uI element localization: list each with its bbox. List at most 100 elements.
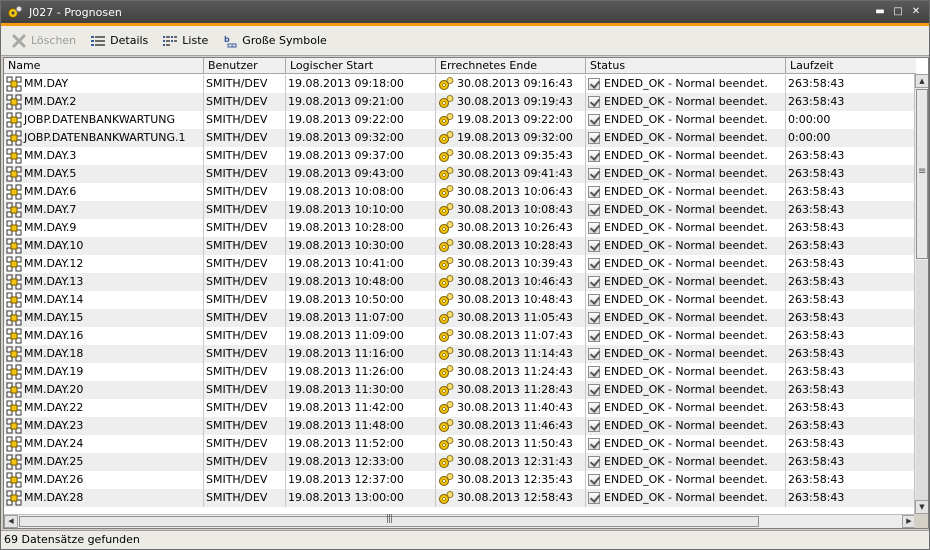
cell-logical-start: 19.08.2013 11:30:00: [286, 381, 436, 399]
calculated-end-gear-icon: [439, 311, 454, 324]
status-check-icon: [588, 78, 600, 90]
table-row[interactable]: MM.DAY.20 SMITH/DEV 19.08.2013 11:30:00 …: [4, 381, 916, 399]
job-icon: [6, 274, 22, 290]
column-header-logical-start[interactable]: Logischer Start: [286, 58, 436, 74]
delete-button[interactable]: Löschen: [9, 30, 78, 52]
table-row[interactable]: MM.DAY.13 SMITH/DEV 19.08.2013 10:48:00 …: [4, 273, 916, 291]
scroll-down-button[interactable]: ▼: [915, 500, 928, 514]
table-row[interactable]: MM.DAY.28 SMITH/DEV 19.08.2013 13:00:00 …: [4, 489, 916, 507]
table-row[interactable]: MM.DAY.6 SMITH/DEV 19.08.2013 10:08:00 3…: [4, 183, 916, 201]
cell-user: SMITH/DEV: [204, 471, 286, 489]
job-icon: [6, 238, 22, 254]
end-text: 19.08.2013 09:22:00: [457, 113, 573, 126]
cell-calculated-end: 30.08.2013 11:05:43: [436, 309, 586, 327]
table-row[interactable]: MM.DAY.24 SMITH/DEV 19.08.2013 11:52:00 …: [4, 435, 916, 453]
scroll-left-button[interactable]: ◀: [4, 515, 18, 528]
cell-status: ENDED_OK - Normal beendet.: [586, 453, 786, 471]
table-row[interactable]: MM.DAY.10 SMITH/DEV 19.08.2013 10:30:00 …: [4, 237, 916, 255]
job-name: MM.DAY.2: [24, 95, 77, 108]
cell-user: SMITH/DEV: [204, 165, 286, 183]
cell-status: ENDED_OK - Normal beendet.: [586, 147, 786, 165]
table-row[interactable]: MM.DAY.3 SMITH/DEV 19.08.2013 09:37:00 3…: [4, 147, 916, 165]
cell-calculated-end: 30.08.2013 11:14:43: [436, 345, 586, 363]
large-icons-label: Große Symbole: [242, 34, 327, 47]
column-header-name[interactable]: Name: [4, 58, 204, 74]
table-row[interactable]: MM.DAY.15 SMITH/DEV 19.08.2013 11:07:00 …: [4, 309, 916, 327]
status-check-icon: [588, 330, 600, 342]
start-text: 19.08.2013 10:10:00: [288, 203, 404, 216]
horizontal-scrollbar[interactable]: ◀ ▶: [4, 514, 916, 528]
job-name: MM.DAY.12: [24, 257, 84, 270]
cell-runtime: 263:58:43: [786, 363, 916, 381]
cell-calculated-end: 30.08.2013 11:24:43: [436, 363, 586, 381]
table-row[interactable]: MM.DAY.7 SMITH/DEV 19.08.2013 10:10:00 3…: [4, 201, 916, 219]
maximize-button[interactable]: □: [891, 5, 905, 19]
status-check-icon: [588, 222, 600, 234]
window-title: J027 - Prognosen: [29, 5, 122, 19]
table-row[interactable]: MM.DAY.19 SMITH/DEV 19.08.2013 11:26:00 …: [4, 363, 916, 381]
cell-user: SMITH/DEV: [204, 147, 286, 165]
table-row[interactable]: MM.DAY.14 SMITH/DEV 19.08.2013 10:50:00 …: [4, 291, 916, 309]
cell-calculated-end: 30.08.2013 11:07:43: [436, 327, 586, 345]
end-text: 30.08.2013 09:19:43: [457, 95, 573, 108]
table-row[interactable]: MM.DAY.9 SMITH/DEV 19.08.2013 10:28:00 3…: [4, 219, 916, 237]
table-row[interactable]: MM.DAY.5 SMITH/DEV 19.08.2013 09:43:00 3…: [4, 165, 916, 183]
large-icons-button[interactable]: b a Große Symbole: [220, 30, 328, 52]
cell-logical-start: 19.08.2013 11:16:00: [286, 345, 436, 363]
list-view-button[interactable]: Liste: [160, 30, 210, 52]
column-header-calculated-end[interactable]: Errechnetes Ende: [436, 58, 586, 74]
table-row[interactable]: MM.DAY SMITH/DEV 19.08.2013 09:18:00 30.…: [4, 75, 916, 93]
status-text: ENDED_OK - Normal beendet.: [604, 383, 768, 396]
cell-logical-start: 19.08.2013 13:00:00: [286, 489, 436, 507]
table-row[interactable]: JOBP.DATENBANKWARTUNG SMITH/DEV 19.08.20…: [4, 111, 916, 129]
calculated-end-gear-icon: [439, 329, 454, 342]
job-icon: [6, 148, 22, 164]
column-header-runtime[interactable]: Laufzeit: [786, 58, 916, 74]
table-row[interactable]: MM.DAY.23 SMITH/DEV 19.08.2013 11:48:00 …: [4, 417, 916, 435]
details-view-button[interactable]: Details: [88, 30, 150, 52]
status-text: ENDED_OK - Normal beendet.: [604, 437, 768, 450]
large-icons-icon: b a: [224, 35, 237, 47]
horizontal-scroll-thumb[interactable]: [19, 514, 759, 527]
job-icon: [6, 490, 22, 506]
minimize-button[interactable]: ▬: [873, 5, 887, 19]
table-row[interactable]: JOBP.DATENBANKWARTUNG.1 SMITH/DEV 19.08.…: [4, 129, 916, 147]
cell-user: SMITH/DEV: [204, 255, 286, 273]
cell-logical-start: 19.08.2013 09:43:00: [286, 165, 436, 183]
status-text: ENDED_OK - Normal beendet.: [604, 95, 768, 108]
status-check-icon: [588, 420, 600, 432]
runtime-text: 263:58:43: [788, 275, 845, 288]
table-row[interactable]: MM.DAY.26 SMITH/DEV 19.08.2013 12:37:00 …: [4, 471, 916, 489]
runtime-text: 263:58:43: [788, 491, 845, 504]
close-button[interactable]: ✕: [909, 5, 923, 19]
vertical-scroll-track[interactable]: [916, 260, 928, 500]
table-row[interactable]: MM.DAY.18 SMITH/DEV 19.08.2013 11:16:00 …: [4, 345, 916, 363]
table-row[interactable]: MM.DAY.16 SMITH/DEV 19.08.2013 11:09:00 …: [4, 327, 916, 345]
cell-status: ENDED_OK - Normal beendet.: [586, 93, 786, 111]
vertical-scroll-thumb[interactable]: [916, 89, 928, 259]
status-check-icon: [588, 204, 600, 216]
cell-logical-start: 19.08.2013 11:26:00: [286, 363, 436, 381]
table-row[interactable]: MM.DAY.2 SMITH/DEV 19.08.2013 09:21:00 3…: [4, 93, 916, 111]
table-row[interactable]: MM.DAY.22 SMITH/DEV 19.08.2013 11:42:00 …: [4, 399, 916, 417]
user-text: SMITH/DEV: [206, 419, 268, 432]
column-header-user[interactable]: Benutzer: [204, 58, 286, 74]
title-bar[interactable]: J027 - Prognosen ▬ □ ✕: [1, 1, 929, 23]
column-header-status[interactable]: Status: [586, 58, 786, 74]
cell-user: SMITH/DEV: [204, 237, 286, 255]
cell-runtime: 263:58:43: [786, 435, 916, 453]
cell-name: JOBP.DATENBANKWARTUNG.1: [4, 129, 204, 147]
runtime-text: 263:58:43: [788, 437, 845, 450]
status-check-icon: [588, 492, 600, 504]
cell-name: MM.DAY.7: [4, 201, 204, 219]
job-icon: [6, 400, 22, 416]
table-row[interactable]: MM.DAY.12 SMITH/DEV 19.08.2013 10:41:00 …: [4, 255, 916, 273]
end-text: 30.08.2013 10:08:43: [457, 203, 573, 216]
table-row[interactable]: MM.DAY.25 SMITH/DEV 19.08.2013 12:33:00 …: [4, 453, 916, 471]
cell-user: SMITH/DEV: [204, 75, 286, 93]
scroll-up-button[interactable]: ▲: [915, 74, 928, 88]
runtime-text: 263:58:43: [788, 221, 845, 234]
calculated-end-gear-icon: [439, 437, 454, 450]
cell-logical-start: 19.08.2013 10:08:00: [286, 183, 436, 201]
vertical-scrollbar[interactable]: ▲ ▼: [914, 74, 928, 514]
